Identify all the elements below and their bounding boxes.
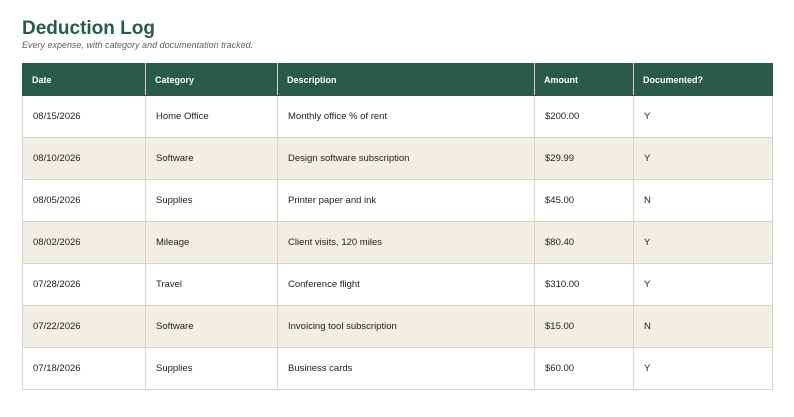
cell-description: Business cards [277,347,535,390]
cell-description: Conference flight [277,263,535,306]
cell-description: Monthly office % of rent [277,95,535,138]
cell-amount: $200.00 [534,95,634,138]
cell-documented: N [633,179,773,222]
cell-amount: $80.40 [534,221,634,264]
table-row: 07/28/2026 Travel Conference flight $310… [22,263,773,306]
cell-documented: Y [633,221,773,264]
table-row: 07/22/2026 Software Invoicing tool subsc… [22,305,773,348]
column-header-documented: Documented? [633,63,773,96]
cell-category: Home Office [145,95,278,138]
cell-date: 08/15/2026 [22,95,146,138]
header-row: Date Category Description Amount Documen… [22,63,773,96]
cell-documented: Y [633,137,773,180]
cell-amount: $29.99 [534,137,634,180]
cell-amount: $45.00 [534,179,634,222]
table-header: Date Category Description Amount Documen… [22,63,773,96]
cell-description: Design software subscription [277,137,535,180]
column-header-category: Category [145,63,278,96]
cell-documented: Y [633,263,773,306]
cell-date: 08/05/2026 [22,179,146,222]
cell-category: Software [145,137,278,180]
deduction-log-page: Deduction Log Every expense, with catego… [0,0,794,417]
cell-description: Printer paper and ink [277,179,535,222]
cell-category: Travel [145,263,278,306]
cell-documented: N [633,305,773,348]
cell-documented: Y [633,95,773,138]
table-row: 07/18/2026 Supplies Business cards $60.0… [22,347,773,390]
table-row: 08/02/2026 Mileage Client visits, 120 mi… [22,221,773,264]
cell-category: Software [145,305,278,348]
column-header-amount: Amount [534,63,634,96]
deduction-table: Date Category Description Amount Documen… [22,63,773,390]
table-row: 08/05/2026 Supplies Printer paper and in… [22,179,773,222]
table-body: 08/15/2026 Home Office Monthly office % … [22,95,773,390]
cell-amount: $15.00 [534,305,634,348]
cell-documented: Y [633,347,773,390]
table-row: 08/10/2026 Software Design software subs… [22,137,773,180]
page-title: Deduction Log [22,18,155,39]
column-header-date: Date [22,63,146,96]
table-row: 08/15/2026 Home Office Monthly office % … [22,95,773,138]
cell-description: Client visits, 120 miles [277,221,535,264]
cell-description: Invoicing tool subscription [277,305,535,348]
cell-category: Supplies [145,179,278,222]
cell-date: 07/28/2026 [22,263,146,306]
cell-amount: $310.00 [534,263,634,306]
cell-category: Mileage [145,221,278,264]
cell-date: 08/02/2026 [22,221,146,264]
cell-date: 07/22/2026 [22,305,146,348]
cell-date: 08/10/2026 [22,137,146,180]
page-subtitle: Every expense, with category and documen… [22,40,254,50]
cell-category: Supplies [145,347,278,390]
cell-amount: $60.00 [534,347,634,390]
column-header-description: Description [277,63,535,96]
cell-date: 07/18/2026 [22,347,146,390]
